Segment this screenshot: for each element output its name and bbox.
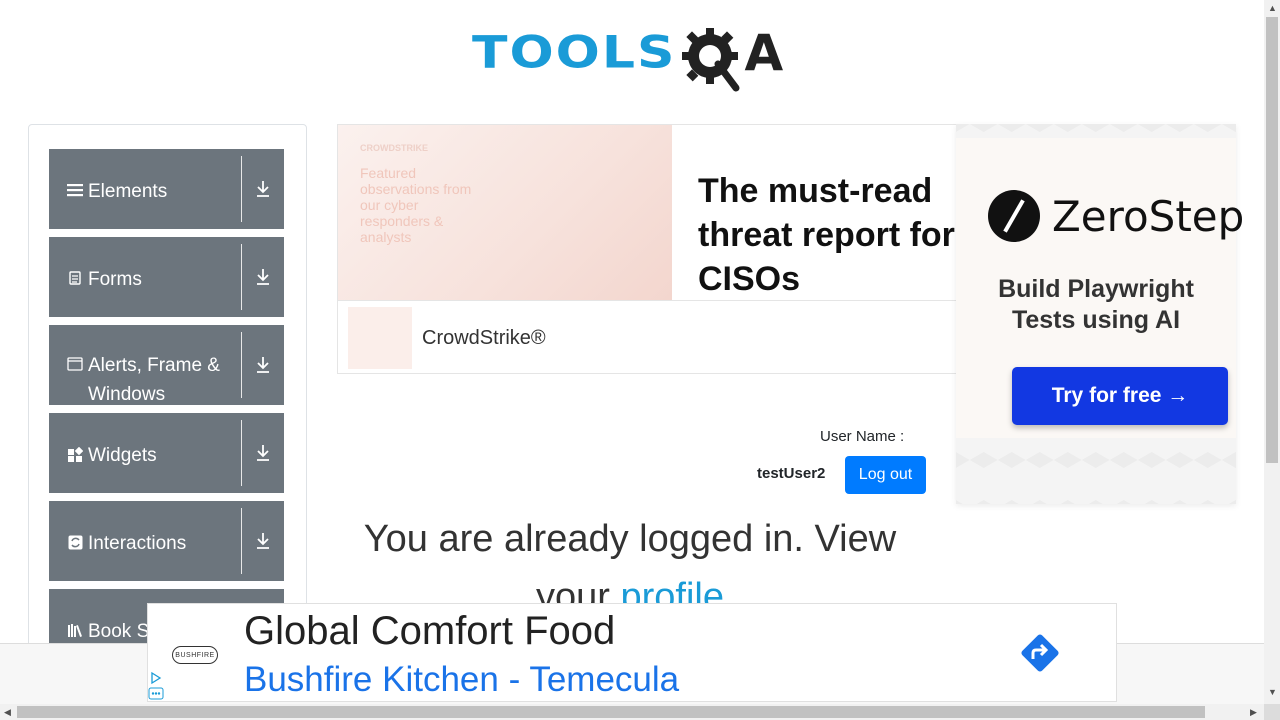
vertical-scrollbar[interactable]: ▲ ▼ <box>1264 0 1280 704</box>
download-arrow-icon[interactable] <box>242 413 284 493</box>
page: TOOLS A Elements Forms Alerts, Frame & W… <box>0 0 1280 720</box>
download-arrow-icon[interactable] <box>242 325 284 405</box>
ad-footer: CrowdStrike® <box>338 300 956 373</box>
horizontal-scrollbar-thumb[interactable] <box>17 706 1205 718</box>
adchoices-icon[interactable] <box>148 670 164 700</box>
sidebar: Elements Forms Alerts, Frame & Windows W… <box>28 124 307 664</box>
widgets-icon <box>66 447 84 463</box>
vertical-scrollbar-thumb[interactable] <box>1266 17 1278 463</box>
hamburger-icon <box>66 183 84 197</box>
zerostep-brand: ZeroStep <box>1052 192 1245 241</box>
document-icon <box>66 271 84 285</box>
download-arrow-icon[interactable] <box>242 149 284 229</box>
advertisement-bushfire[interactable]: BUSHFIRE Global Comfort Food Bushfire Ki… <box>147 603 1117 702</box>
logo-text: TOOLS <box>472 27 677 78</box>
scrollbar-corner <box>1264 704 1280 720</box>
scroll-right-icon[interactable]: ▶ <box>1250 707 1257 718</box>
ad-image-tag: CROWDSTRIKE <box>360 143 428 153</box>
zerostep-card: ZeroStep Build Playwright Tests using AI… <box>956 138 1244 438</box>
sidebar-group-label: Widgets <box>88 445 157 466</box>
advertisement-zerostep[interactable]: ZeroStep Build Playwright Tests using AI… <box>956 124 1244 504</box>
bushfire-logo: BUSHFIRE <box>172 646 218 664</box>
ad-brand-name: CrowdStrike® <box>422 327 546 349</box>
sidebar-group-forms[interactable]: Forms <box>49 237 284 317</box>
sidebar-group-interactions[interactable]: Interactions <box>49 501 284 581</box>
window-icon <box>66 357 84 371</box>
ad-bottom-title: Global Comfort Food <box>244 609 616 653</box>
horizontal-scrollbar[interactable]: ◀ ▶ <box>0 704 1264 720</box>
sidebar-group-label: Alerts, Frame & Windows <box>88 355 220 405</box>
sidebar-group-widgets[interactable]: Widgets <box>49 413 284 493</box>
scroll-left-icon[interactable]: ◀ <box>4 707 11 718</box>
user-name-label: User Name : <box>820 428 905 445</box>
sidebar-group-elements[interactable]: Elements <box>49 149 284 229</box>
scroll-up-icon[interactable]: ▲ <box>1268 3 1277 13</box>
ad-image-text: Featured observations from our cyber res… <box>360 165 472 245</box>
logo-letter: A <box>744 23 784 82</box>
zerostep-logo-icon <box>988 190 1040 242</box>
ad-bottom-subtitle: Bushfire Kitchen - Temecula <box>244 660 680 699</box>
zerostep-tagline: Build Playwright Tests using AI <box>998 275 1194 334</box>
sidebar-group-label: Forms <box>88 269 142 290</box>
scroll-down-icon[interactable]: ▼ <box>1268 687 1277 697</box>
try-for-free-button[interactable]: Try for free → <box>1012 367 1228 425</box>
user-name-value: testUser2 <box>757 465 826 482</box>
ad-image: CROWDSTRIKE Featured observations from o… <box>338 125 672 300</box>
site-logo[interactable]: TOOLS A <box>472 15 797 91</box>
advertisement-crowdstrike[interactable]: CROWDSTRIKE Featured observations from o… <box>337 124 957 374</box>
logout-button[interactable]: Log out <box>845 456 926 494</box>
interactions-icon <box>66 535 84 550</box>
sidebar-group-label: Interactions <box>88 533 187 554</box>
sidebar-group-label: Elements <box>88 181 168 202</box>
ad-headline: The must-read threat report for CISOs <box>698 172 955 298</box>
download-arrow-icon[interactable] <box>242 501 284 581</box>
download-arrow-icon[interactable] <box>242 237 284 317</box>
ad-brand-thumbnail <box>348 307 412 369</box>
directions-icon[interactable] <box>1016 629 1064 677</box>
gear-magnifier-icon <box>680 22 742 91</box>
books-icon <box>66 623 84 638</box>
sidebar-group-alerts[interactable]: Alerts, Frame & Windows <box>49 325 284 405</box>
